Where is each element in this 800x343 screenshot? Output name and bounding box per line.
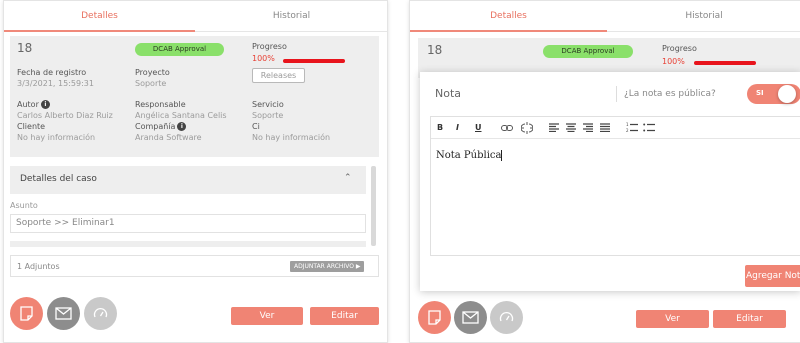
responsible-value: Angélica Santana Celis [135,111,227,120]
gauge-icon [499,311,514,322]
status-badge: DCAB Approval [543,45,633,58]
service-label: Servicio [252,100,284,109]
public-toggle[interactable]: SI [747,84,800,104]
toggle-label: SI [756,89,764,97]
attachments-count: 1 Adjuntos [17,262,60,271]
company-value: Aranda Software [135,133,202,142]
subject-label: Asunto [10,201,38,210]
case-detail-panel: Detalles Historial 18 DCAB Approval Prog… [3,0,388,343]
client-label: Cliente [17,122,46,131]
unlink-icon[interactable] [521,122,533,134]
divider [616,86,617,102]
align-center-icon[interactable] [566,123,576,132]
tab-details[interactable]: Detalles [4,1,195,32]
bullet-list-icon[interactable] [643,122,655,133]
bold-button[interactable]: B [437,123,443,132]
company-label-text: Compañía [135,122,176,131]
editor-toolbar: B I U 12 [431,117,800,139]
progress-bar [694,61,756,65]
gauge-icon [93,307,108,318]
email-icon [55,307,72,320]
project-value: Soporte [135,79,167,88]
tab-bar: Detalles Historial [4,1,387,32]
svg-text:2: 2 [626,128,629,133]
note-icon [20,306,33,321]
note-title: Nota [435,87,462,100]
italic-button[interactable]: I [456,123,459,132]
ordered-list-icon[interactable]: 12 [626,122,638,133]
tab-details[interactable]: Detalles [410,1,607,32]
chevron-up-icon[interactable]: ⌃ [344,173,352,183]
client-value: No hay información [17,133,96,142]
note-icon [428,310,441,325]
text-cursor [501,150,503,161]
progress-percent: 100% [662,57,685,66]
case-id: 18 [427,43,443,57]
case-id: 18 [17,41,33,55]
align-right-icon[interactable] [583,123,593,132]
survey-button[interactable] [490,301,523,334]
case-details-title: Detalles del caso [20,174,97,184]
tab-bar: Detalles Historial [410,1,800,32]
responsible-label: Responsable [135,100,186,109]
email-icon [462,311,479,324]
tab-history[interactable]: Historial [195,1,387,32]
case-details-header[interactable]: Detalles del caso ⌃ [10,166,366,194]
link-icon[interactable] [501,124,513,132]
progress-percent: 100% [252,54,275,63]
add-note-button[interactable]: Agregar Nota [745,265,800,287]
registration-date-label: Fecha de registro [17,68,87,77]
registration-date-value: 3/3/2021, 15:59:31 [17,79,94,88]
edit-button[interactable]: Editar [713,310,786,328]
note-editor: B I U 12 Nota Pública [430,116,800,256]
note-button[interactable] [10,297,43,330]
author-label-text: Autor [17,100,39,109]
attach-file-button[interactable]: ADJUNTAR ARCHIVO ▶ [290,261,365,272]
project-label: Proyecto [135,68,170,77]
underline-button[interactable]: U [475,123,482,132]
case-summary-card: 18 DCAB Approval Progreso 100% Fecha de … [10,36,379,157]
company-label: Compañía i [135,122,187,131]
status-badge: DCAB Approval [135,43,224,56]
align-left-icon[interactable] [549,123,559,132]
info-icon[interactable]: i [40,100,50,109]
email-button[interactable] [47,297,80,330]
section-divider [10,241,366,247]
ci-label: Ci [252,122,260,131]
note-body[interactable]: Nota Pública [436,150,503,161]
info-icon[interactable]: i [177,122,187,131]
progress-label: Progreso [662,44,697,53]
attachments-bar: 1 Adjuntos ADJUNTAR ARCHIVO ▶ [10,255,379,277]
toggle-knob [778,85,796,103]
public-question: ¿La nota es pública? [624,89,716,99]
case-detail-panel-note: Detalles Historial 18 DCAB Approval Prog… [409,0,800,343]
view-button[interactable]: Ver [231,307,303,325]
view-button[interactable]: Ver [636,310,709,328]
align-justify-icon[interactable] [600,123,610,132]
note-body-text: Nota Pública [436,150,502,161]
author-value: Carlos Alberto Diaz Ruiz [17,111,113,120]
service-value: Soporte [252,111,284,120]
releases-button[interactable]: Releases [252,68,305,83]
survey-button[interactable] [84,297,117,330]
author-label: Autor i [17,100,50,109]
ci-value: No hay información [252,133,331,142]
progress-label: Progreso [252,42,287,51]
subject-input[interactable]: Soporte >> Eliminar1 [10,214,366,233]
scrollbar[interactable] [371,166,376,246]
tab-history[interactable]: Historial [607,1,800,32]
progress-bar [283,59,345,63]
note-dialog: Nota ¿La nota es pública? SI B I U 12 No… [420,72,800,291]
email-button[interactable] [454,301,487,334]
note-button[interactable] [418,301,451,334]
edit-button[interactable]: Editar [310,307,379,325]
svg-text:1: 1 [626,122,629,127]
